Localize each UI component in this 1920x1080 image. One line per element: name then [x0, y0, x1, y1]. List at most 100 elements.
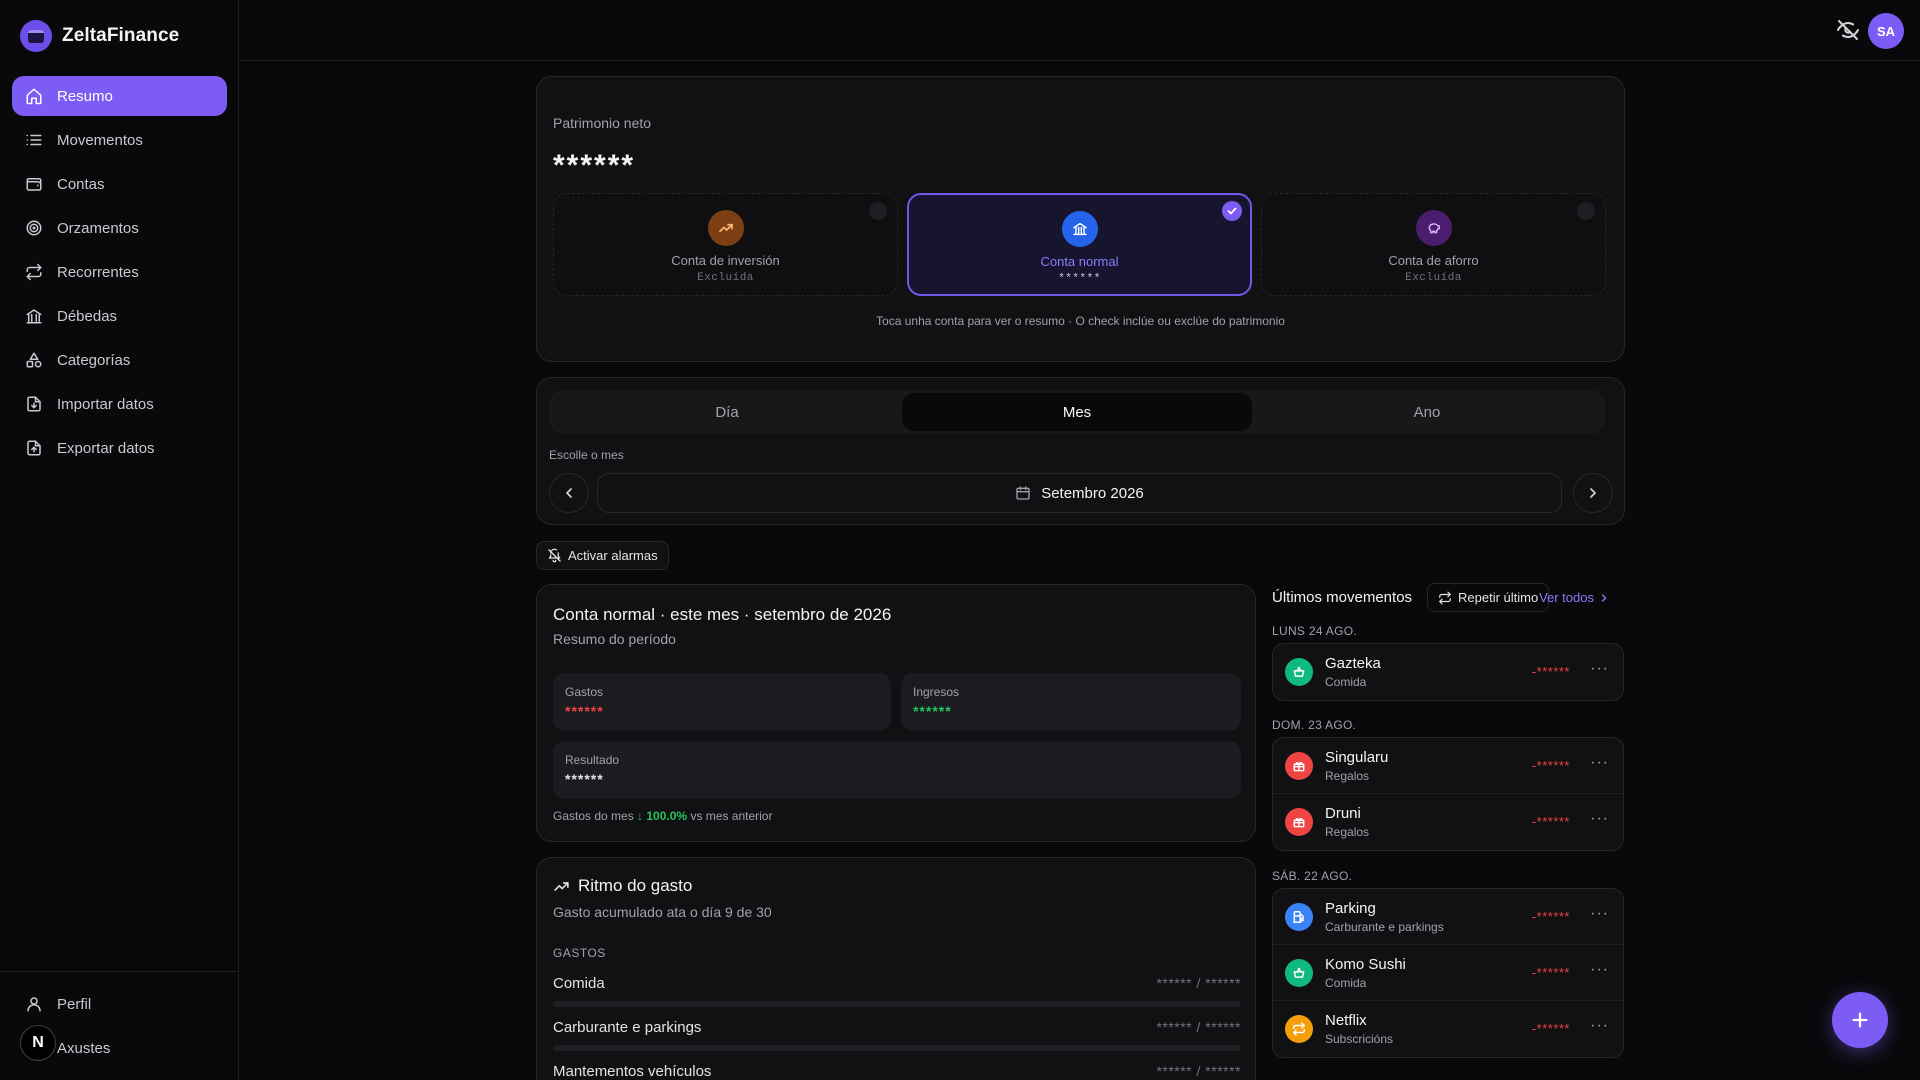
repeat-last-button[interactable]: Repetir último [1427, 583, 1550, 612]
nav-item-importar[interactable]: Importar datos [12, 384, 227, 424]
movement-row[interactable]: Singularu Regalos -****** ··· [1273, 738, 1623, 794]
rhythm-section-label: GASTOS [553, 946, 606, 960]
more-options-icon[interactable]: ··· [1590, 1017, 1609, 1035]
add-movement-button[interactable] [1832, 992, 1888, 1048]
eye-off-icon[interactable] [1836, 18, 1860, 42]
movement-name: Netflix [1325, 1012, 1367, 1029]
income-label: Ingresos [913, 685, 960, 699]
category-name: Carburante e parkings [553, 1019, 702, 1036]
user-icon [27, 997, 41, 1012]
include-checkbox[interactable] [869, 202, 887, 220]
tab-ano[interactable]: Ano [1252, 393, 1602, 431]
nav-label: Movementos [57, 131, 143, 149]
nav-item-resumo[interactable]: Resumo [12, 76, 227, 116]
list-icon [26, 134, 42, 146]
category-row[interactable]: Comida ****** / ****** [553, 975, 1241, 1007]
more-options-icon[interactable]: ··· [1590, 660, 1609, 678]
movement-group: Parking Carburante e parkings -****** ··… [1272, 888, 1624, 1058]
nav-label: Recorrentes [57, 263, 139, 281]
net-worth-card: Patrimonio neto ****** Conta de inversió… [536, 76, 1625, 362]
nav-label: Contas [57, 175, 105, 193]
movement-amount: -****** [1531, 965, 1570, 980]
home-icon [26, 88, 42, 105]
prev-month-button[interactable] [549, 473, 589, 513]
account-card-aforro[interactable]: Conta de aforro Excluída [1261, 193, 1606, 296]
more-options-icon[interactable]: ··· [1590, 961, 1609, 979]
movement-category: Regalos [1325, 769, 1370, 783]
month-value: Setembro 2026 [1041, 484, 1144, 502]
account-card-inversion[interactable]: Conta de inversión Excluída [553, 193, 898, 296]
more-options-icon[interactable]: ··· [1590, 905, 1609, 923]
movement-amount: -****** [1531, 909, 1570, 924]
brand[interactable]: ZeltaFinance [20, 20, 179, 52]
nav-item-exportar[interactable]: Exportar datos [12, 428, 227, 468]
movement-row[interactable]: Gazteka Comida -****** ··· [1273, 644, 1623, 700]
movement-group: Singularu Regalos -****** ··· Druni Rega… [1272, 737, 1624, 851]
account-card-normal[interactable]: Conta normal ****** [907, 193, 1252, 296]
account-name: Conta normal [1040, 254, 1119, 269]
user-avatar[interactable]: SA [1868, 13, 1904, 49]
nav-item-movementos[interactable]: Movementos [12, 120, 227, 160]
category-values: ****** / ****** [1156, 1019, 1241, 1035]
accounts-hint: Toca unha conta para ver o resumo · O ch… [876, 314, 1285, 328]
spending-rhythm-card: Ritmo do gasto Gasto acumulado ata o día… [536, 857, 1256, 1080]
nav-item-orzamentos[interactable]: Orzamentos [12, 208, 227, 248]
movement-row[interactable]: Druni Regalos -****** ··· [1273, 794, 1623, 850]
nav-item-categorias[interactable]: Categorías [12, 340, 227, 380]
nav-item-recorrentes[interactable]: Recorrentes [12, 252, 227, 292]
trending-up-icon [554, 881, 569, 891]
comparison-prefix: Gastos do mes [553, 809, 634, 823]
shapes-icon [26, 352, 42, 368]
rhythm-title-text: Ritmo do gasto [578, 876, 693, 895]
fuel-icon [1285, 903, 1313, 931]
period-summary-card: Conta normal · este mes · setembro de 20… [536, 584, 1256, 842]
movement-row[interactable]: Netflix Subscricións -****** ··· [1273, 1001, 1623, 1057]
activate-alarms-button[interactable]: Activar alarmas [536, 541, 669, 570]
category-values: ****** / ****** [1156, 975, 1241, 991]
nav-item-perfil[interactable]: Perfil [0, 984, 239, 1024]
net-worth-value: ****** [553, 149, 636, 182]
nav-item-debedas[interactable]: Débedas [12, 296, 227, 336]
file-export-icon [27, 440, 41, 456]
see-all-link[interactable]: Ver todos [1539, 590, 1610, 605]
more-options-icon[interactable]: ··· [1590, 754, 1609, 772]
bank-icon [26, 309, 42, 324]
tab-mes[interactable]: Mes [902, 393, 1252, 431]
period-tabs: Día Mes Ano [549, 390, 1605, 434]
main-nav: Resumo Movementos Contas Orzamentos Reco… [12, 76, 227, 472]
nav-label: Perfil [57, 995, 92, 1013]
movement-amount: -****** [1531, 758, 1570, 773]
category-row[interactable]: Carburante e parkings ****** / ****** [553, 1019, 1241, 1051]
basket-icon [1285, 959, 1313, 987]
bell-off-icon [548, 548, 561, 563]
account-status: Excluída [1405, 272, 1462, 284]
plus-icon [1852, 1012, 1868, 1028]
rhythm-title: Ritmo do gasto [553, 876, 692, 896]
movements-title: Últimos movementos [1272, 589, 1413, 606]
nav-item-contas[interactable]: Contas [12, 164, 227, 204]
movement-category: Regalos [1325, 825, 1370, 839]
movement-amount: -****** [1531, 1021, 1570, 1036]
more-options-icon[interactable]: ··· [1590, 810, 1609, 828]
include-checkbox[interactable] [1577, 202, 1595, 220]
movement-name: Druni [1325, 805, 1361, 822]
account-status: Excluída [697, 272, 754, 284]
movement-row[interactable]: Parking Carburante e parkings -****** ··… [1273, 889, 1623, 945]
next-month-button[interactable] [1573, 473, 1613, 513]
category-row[interactable]: Mantementos vehículos ****** / ****** [553, 1063, 1241, 1080]
comparison-suffix: vs mes anterior [690, 809, 773, 823]
account-name: Conta de inversión [671, 253, 780, 268]
movement-name: Parking [1325, 900, 1376, 917]
category-values: ****** / ****** [1156, 1063, 1241, 1079]
movement-row[interactable]: Komo Sushi Comida -****** ··· [1273, 945, 1623, 1001]
movement-category: Comida [1325, 675, 1367, 689]
movement-group: Gazteka Comida -****** ··· [1272, 643, 1624, 701]
result-value: ****** [565, 771, 604, 787]
tab-dia[interactable]: Día [552, 393, 902, 431]
see-all-label: Ver todos [1539, 590, 1594, 605]
month-comparison: Gastos do mes ↓ 100.0% vs mes anterior [553, 809, 772, 823]
day-label: DOM. 23 AGO. [1272, 718, 1357, 732]
month-picker[interactable]: Setembro 2026 [597, 473, 1562, 513]
check-icon[interactable] [1222, 201, 1242, 221]
dev-badge[interactable]: N [20, 1025, 56, 1061]
